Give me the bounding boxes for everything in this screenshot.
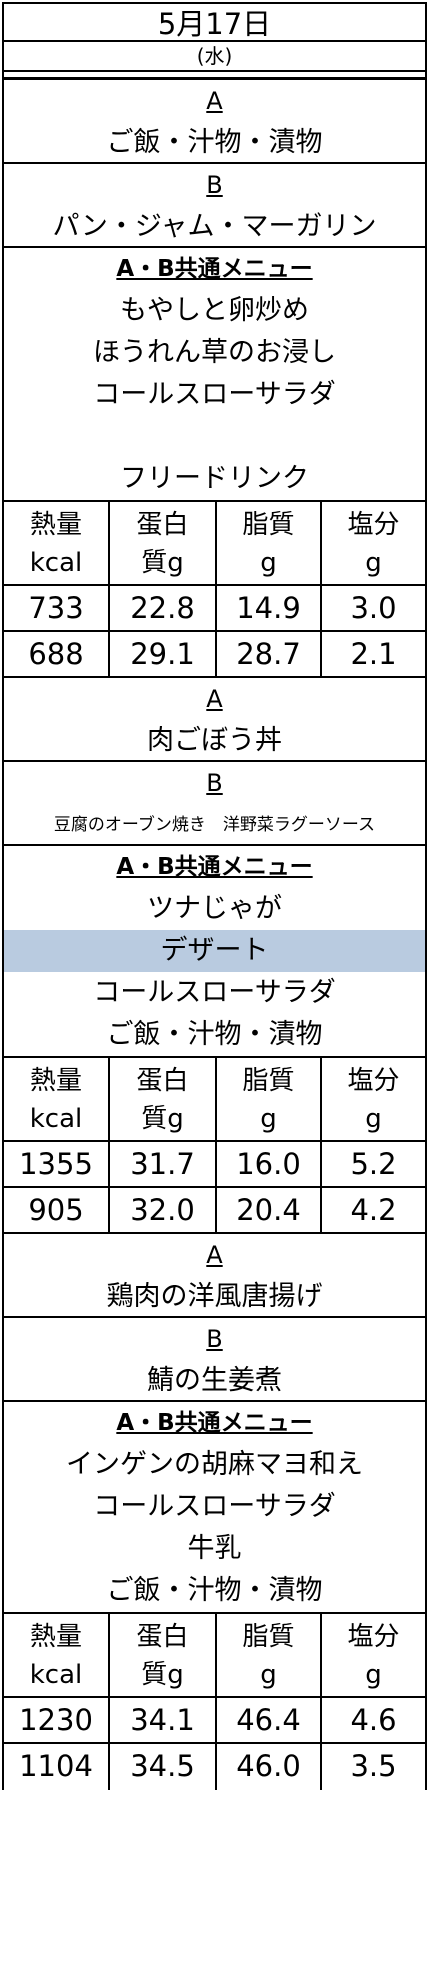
set-b-label: B xyxy=(2,762,427,804)
common-item: ご飯・汁物・漬物 xyxy=(2,1014,427,1056)
set-a-item: ご飯・汁物・漬物 xyxy=(2,122,427,164)
weekday-label: (水) xyxy=(2,42,427,72)
header-divider xyxy=(2,72,427,80)
menu-sheet: 5月17日 (水) A ご飯・汁物・漬物 B パン・ジャム・マーガリン A・B共… xyxy=(2,2,427,1790)
header-protein: 蛋白 質g xyxy=(110,502,217,586)
common-item: ツナじゃが xyxy=(2,888,427,930)
nutrition-table: 熱量 kcal 蛋白 質g 脂質 g 塩分 g 1230 34.1 46.4 4… xyxy=(2,1612,427,1790)
nutrition-cell: 29.1 xyxy=(110,632,217,678)
nutrition-cell: 4.6 xyxy=(322,1698,425,1744)
nutrition-cell: 34.5 xyxy=(110,1744,217,1790)
nutrition-cell: 1104 xyxy=(4,1744,110,1790)
nutrition-cell: 3.0 xyxy=(322,586,425,632)
nutrition-cell: 1355 xyxy=(4,1142,110,1188)
nutrition-cell: 4.2 xyxy=(322,1188,425,1234)
nutrition-cell: 20.4 xyxy=(217,1188,322,1234)
nutrition-cell: 1230 xyxy=(4,1698,110,1744)
set-a-label: A xyxy=(2,678,427,720)
nutrition-cell: 32.0 xyxy=(110,1188,217,1234)
set-a-item: 肉ごぼう丼 xyxy=(2,720,427,762)
nutrition-cell: 5.2 xyxy=(322,1142,425,1188)
common-menu-label: A・B共通メニュー xyxy=(2,846,427,888)
set-a-label: A xyxy=(2,80,427,122)
nutrition-cell: 14.9 xyxy=(217,586,322,632)
set-b-item: パン・ジャム・マーガリン xyxy=(2,206,427,248)
header-energy: 熱量 kcal xyxy=(4,502,110,586)
common-item: コールスローサラダ xyxy=(2,972,427,1014)
common-item-highlighted: デザート xyxy=(2,930,427,972)
header-salt: 塩分 g xyxy=(322,1058,425,1142)
date-title: 5月17日 xyxy=(2,2,427,42)
header-fat: 脂質 g xyxy=(217,1058,322,1142)
nutrition-cell: 905 xyxy=(4,1188,110,1234)
menu-block-3: A 鶏肉の洋風唐揚げ B 鯖の生姜煮 A・B共通メニュー インゲンの胡麻マヨ和え… xyxy=(2,1234,427,1790)
set-b-label: B xyxy=(2,1318,427,1360)
nutrition-cell: 688 xyxy=(4,632,110,678)
header-fat: 脂質 g xyxy=(217,1614,322,1698)
nutrition-cell: 2.1 xyxy=(322,632,425,678)
nutrition-cell: 22.8 xyxy=(110,586,217,632)
common-menu-label: A・B共通メニュー xyxy=(2,1402,427,1444)
common-item: ご飯・汁物・漬物 xyxy=(2,1570,427,1612)
set-b-label: B xyxy=(2,164,427,206)
header-salt: 塩分 g xyxy=(322,1614,425,1698)
menu-block-1: A ご飯・汁物・漬物 B パン・ジャム・マーガリン A・B共通メニュー もやしと… xyxy=(2,80,427,678)
header-energy: 熱量 kcal xyxy=(4,1614,110,1698)
common-item: コールスローサラダ xyxy=(2,1486,427,1528)
nutrition-cell: 733 xyxy=(4,586,110,632)
nutrition-table: 熱量 kcal 蛋白 質g 脂質 g 塩分 g 733 22.8 14.9 3.… xyxy=(2,500,427,678)
nutrition-cell: 31.7 xyxy=(110,1142,217,1188)
common-item: コールスローサラダ xyxy=(2,374,427,416)
nutrition-table: 熱量 kcal 蛋白 質g 脂質 g 塩分 g 1355 31.7 16.0 5… xyxy=(2,1056,427,1234)
header-salt: 塩分 g xyxy=(322,502,425,586)
set-a-item: 鶏肉の洋風唐揚げ xyxy=(2,1276,427,1318)
nutrition-cell: 46.0 xyxy=(217,1744,322,1790)
header-energy: 熱量 kcal xyxy=(4,1058,110,1142)
common-item: ほうれん草のお浸し xyxy=(2,332,427,374)
header-protein: 蛋白 質g xyxy=(110,1614,217,1698)
header-fat: 脂質 g xyxy=(217,502,322,586)
common-item: もやしと卵炒め xyxy=(2,290,427,332)
common-item: 牛乳 xyxy=(2,1528,427,1570)
set-a-label: A xyxy=(2,1234,427,1276)
nutrition-cell: 3.5 xyxy=(350,1749,397,1783)
common-menu-label: A・B共通メニュー xyxy=(2,248,427,290)
common-item: インゲンの胡麻マヨ和え xyxy=(2,1444,427,1486)
nutrition-cell: 16.0 xyxy=(217,1142,322,1188)
header-protein: 蛋白 質g xyxy=(110,1058,217,1142)
common-item: フリードリンク xyxy=(2,458,427,500)
common-item-blank xyxy=(2,416,427,458)
nutrition-cell: 28.7 xyxy=(217,632,322,678)
nutrition-cell: 34.1 xyxy=(110,1698,217,1744)
set-b-item: 豆腐のオーブン焼き 洋野菜ラグーソース xyxy=(2,804,427,846)
set-b-item: 鯖の生姜煮 xyxy=(2,1360,427,1402)
nutrition-cell: 46.4 xyxy=(217,1698,322,1744)
menu-block-2: A 肉ごぼう丼 B 豆腐のオーブン焼き 洋野菜ラグーソース A・B共通メニュー … xyxy=(2,678,427,1234)
